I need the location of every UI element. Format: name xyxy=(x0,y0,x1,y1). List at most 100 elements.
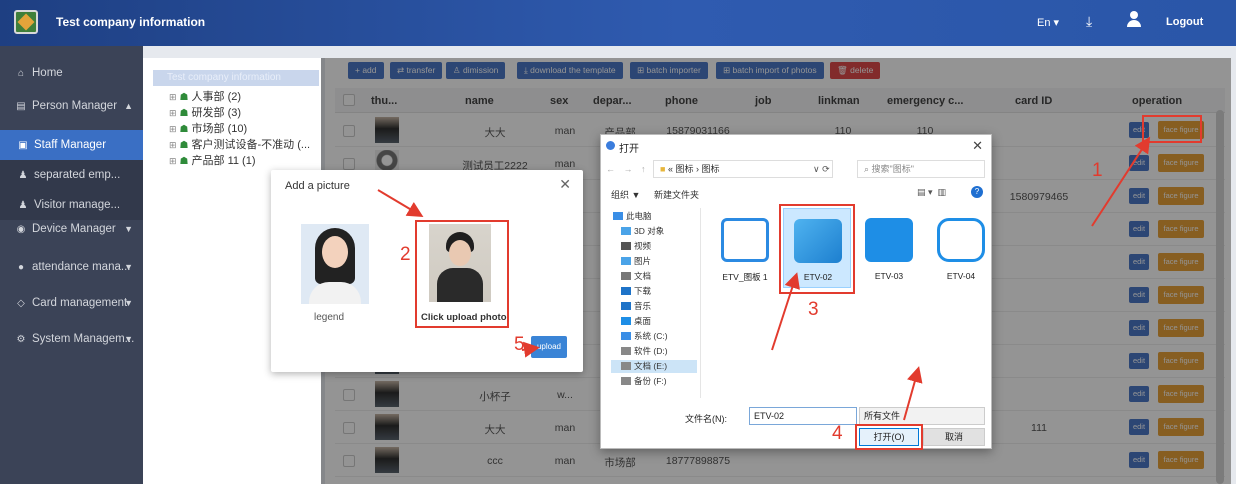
file-dialog-title: 打开 xyxy=(619,144,639,155)
folder-icon xyxy=(621,377,631,385)
org-icon: ☗ xyxy=(179,140,189,151)
org-icon: ☗ xyxy=(179,108,189,119)
dialog-title: Add a picture xyxy=(285,180,350,192)
folder-tree-item[interactable]: 桌面 xyxy=(611,315,697,328)
tree-root[interactable]: Test company information xyxy=(153,70,319,86)
language-selector[interactable]: En ▾ xyxy=(1037,16,1059,29)
highlight-box xyxy=(415,220,509,328)
highlight-box xyxy=(779,204,855,294)
close-icon[interactable]: ✕ xyxy=(972,138,983,154)
company-logo-icon xyxy=(14,10,38,34)
step-number: 1 xyxy=(1092,160,1103,181)
attendance-icon: ● xyxy=(17,262,25,273)
chevron-down-icon: ▼ xyxy=(124,334,133,344)
file-item[interactable]: ETV-03 xyxy=(855,208,923,288)
browser-icon xyxy=(606,141,615,150)
sidebar-item-device[interactable]: ◉ Device Manager ▼ xyxy=(0,214,143,244)
shield-file-icon xyxy=(937,218,985,262)
tree-node[interactable]: ⊞ ☗ 产品部 11 (1) xyxy=(169,152,256,168)
close-icon[interactable]: ✕ xyxy=(559,176,571,193)
home-icon: ⌂ xyxy=(17,68,25,79)
video-file-icon xyxy=(865,218,913,262)
folder-icon xyxy=(621,242,631,250)
refresh-icon[interactable]: ∨ ⟳ xyxy=(813,164,830,175)
path-bar[interactable]: ■ « 图标 › 图标 xyxy=(653,160,833,178)
folder-tree-item[interactable]: 备份 (F:) xyxy=(611,375,697,388)
folder-tree-item[interactable]: 下载 xyxy=(611,285,697,298)
sidebar: ⌂ Home ▤ Person Manager ▲ ▣ Staff Manager ♟ s… xyxy=(0,46,143,484)
tree-node[interactable]: ⊞ ☗ 研发部 (3) xyxy=(169,104,241,120)
folder-tree-item[interactable]: 图片 xyxy=(611,255,697,268)
app-title: Test company information xyxy=(56,15,206,29)
download-icon[interactable]: ⤓ xyxy=(1086,13,1092,30)
folder-tree-item[interactable]: 音乐 xyxy=(611,300,697,313)
org-icon: ☗ xyxy=(179,92,189,103)
system-icon: ⚙ xyxy=(16,334,26,345)
folder-icon xyxy=(621,302,631,310)
sidebar-item-staff-manager[interactable]: ▣ Staff Manager xyxy=(0,130,143,160)
sidebar-item-person-manager[interactable]: ▤ Person Manager ▲ xyxy=(0,91,143,121)
file-grid: ETV_图板 1 ETV-02 ETV-03 ETV-04 xyxy=(707,204,987,398)
tree-node[interactable]: ⊞ ☗ 客户测试设备-不准动 (... xyxy=(169,136,310,152)
new-folder-button[interactable]: 新建文件夹 xyxy=(654,188,699,201)
folder-tree-item[interactable]: 文档 xyxy=(611,270,697,283)
top-bar: Test company information En ▾ ⤓ Logout xyxy=(0,0,1236,46)
sidebar-item-system[interactable]: ⚙ System Managem... ▼ xyxy=(0,324,143,354)
help-icon[interactable]: ? xyxy=(971,186,983,198)
nav-arrows-icon[interactable]: ← → ↑ xyxy=(606,164,649,174)
folder-tree-item[interactable]: 系统 (C:) xyxy=(611,330,697,343)
chevron-down-icon: ▼ xyxy=(124,224,133,234)
staff-icon: ▣ xyxy=(18,140,28,151)
folder-tree-item[interactable]: 视频 xyxy=(611,240,697,253)
folder-icon xyxy=(613,212,623,220)
chevron-down-icon: ▼ xyxy=(124,298,133,308)
filetype-select[interactable]: 所有文件 xyxy=(859,407,985,425)
folder-tree: 此电脑 3D 对象视频图片文档下载音乐桌面系统 (C:) 软件 (D:) 文档 (E:… xyxy=(611,208,701,398)
logout-button[interactable]: Logout xyxy=(1166,16,1203,28)
file-item[interactable]: ETV-04 xyxy=(927,208,995,288)
folder-icon xyxy=(621,287,631,295)
folder-icon xyxy=(621,257,631,265)
org-icon: ☗ xyxy=(179,124,189,135)
file-item[interactable]: ETV_图板 1 xyxy=(711,208,779,288)
add-picture-dialog: Add a picture ✕ legend Click upload phot… xyxy=(271,170,583,372)
person-manager-icon: ▤ xyxy=(16,101,26,112)
sidebar-item-home[interactable]: ⌂ Home xyxy=(0,58,143,88)
search-input[interactable]: ⌕ 搜索"图标" xyxy=(857,160,985,178)
highlight-box xyxy=(855,424,923,450)
step-number: 2 xyxy=(400,244,411,265)
folder-icon xyxy=(621,272,631,280)
org-icon: ☗ xyxy=(179,156,189,167)
folder-icon xyxy=(621,347,631,355)
sidebar-item-attendance[interactable]: ● attendance mana... ▼ xyxy=(0,252,143,282)
user-icon[interactable] xyxy=(1127,11,1141,27)
step-number: 3 xyxy=(808,299,819,320)
chevron-down-icon: ▼ xyxy=(124,262,133,272)
folder-tree-item[interactable]: 3D 对象 xyxy=(611,225,697,238)
sidebar-item-separated[interactable]: ♟ separated emp... xyxy=(0,160,143,190)
folder-icon xyxy=(621,362,631,370)
view-options-icon[interactable]: ▤ ▾ ▥ xyxy=(917,187,946,198)
upload-button[interactable]: upload xyxy=(531,336,567,358)
chevron-up-icon: ▲ xyxy=(124,101,133,111)
folder-tree-item[interactable]: 此电脑 xyxy=(611,210,697,223)
legend-photo xyxy=(301,224,369,304)
folder-icon xyxy=(621,332,631,340)
card-icon: ◇ xyxy=(17,298,25,309)
tree-node[interactable]: ⊞ ☗ 市场部 (10) xyxy=(169,120,247,136)
folder-tree-item[interactable]: 文档 (E:) xyxy=(611,360,697,373)
folder-icon xyxy=(621,227,631,235)
folder-icon xyxy=(621,317,631,325)
filename-label: 文件名(N): xyxy=(685,414,727,424)
folder-tree-item[interactable]: 软件 (D:) xyxy=(611,345,697,358)
step-number: 4 xyxy=(832,423,843,444)
step-number: 5 xyxy=(514,334,525,355)
device-icon: ◉ xyxy=(16,224,26,235)
sidebar-item-card[interactable]: ◇ Card management ▼ xyxy=(0,288,143,318)
cancel-button[interactable]: 取消 xyxy=(923,428,985,446)
separated-icon: ♟ xyxy=(18,170,28,181)
organize-menu[interactable]: 组织 ▼ xyxy=(611,188,640,201)
tree-node[interactable]: ⊞ ☗ 人事部 (2) xyxy=(169,88,241,104)
legend-label: legend xyxy=(314,312,345,323)
file-open-dialog: 打开 ✕ ← → ↑ ■ « 图标 › 图标 ∨ ⟳ ⌕ 搜索"图标" 组织 ▼… xyxy=(600,134,992,450)
